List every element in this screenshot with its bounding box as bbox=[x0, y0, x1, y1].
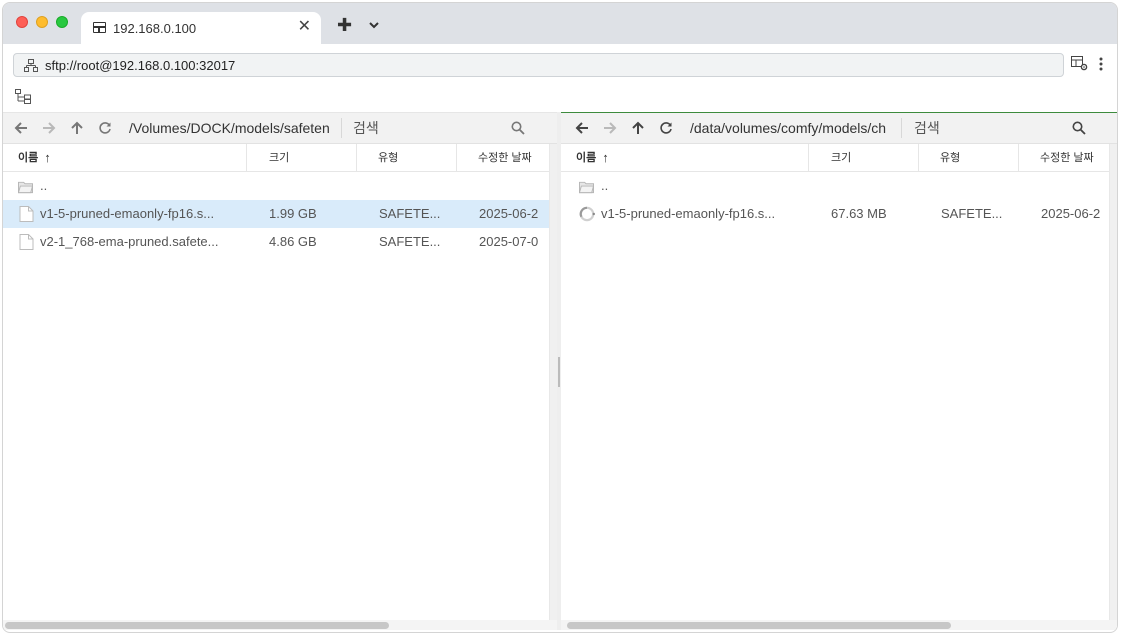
file-modified: 2025-07-0 bbox=[479, 234, 539, 249]
file-name: .. bbox=[40, 178, 48, 193]
list-item[interactable]: v1-5-pruned-emaonly-fp16.s... 1.99 GB SA… bbox=[3, 200, 557, 228]
up-arrow-icon[interactable] bbox=[70, 121, 84, 135]
file-modified: 2025-06-2 bbox=[1041, 206, 1101, 221]
right-vertical-scrollbar[interactable] bbox=[1109, 144, 1117, 621]
column-header-modified[interactable]: 수정한 날짜 bbox=[1019, 144, 1117, 172]
list-item[interactable]: v1-5-pruned-emaonly-fp16.s... 67.63 MB S… bbox=[561, 200, 1117, 228]
table-icon bbox=[93, 22, 106, 33]
window-close-button[interactable] bbox=[16, 16, 28, 28]
right-path-text[interactable]: /data/volumes/comfy/models/ch bbox=[690, 120, 896, 136]
left-search-input[interactable] bbox=[353, 117, 503, 139]
column-header-name[interactable]: 이름 ↑ bbox=[561, 144, 809, 172]
left-horizontal-scrollbar[interactable] bbox=[3, 620, 557, 630]
up-arrow-icon[interactable] bbox=[631, 121, 645, 135]
address-bar-row: sftp://root@192.168.0.100:32017 bbox=[3, 44, 1117, 84]
list-item[interactable]: .. bbox=[561, 172, 1117, 200]
title-bar: 192.168.0.100 ✕ ✚ bbox=[3, 3, 1117, 44]
folder-icon bbox=[18, 181, 33, 194]
new-tab-button[interactable]: ✚ bbox=[337, 16, 352, 34]
search-separator bbox=[901, 118, 902, 138]
left-vertical-scrollbar[interactable] bbox=[549, 144, 557, 621]
search-icon[interactable] bbox=[1072, 121, 1086, 135]
folder-icon bbox=[579, 181, 594, 194]
refresh-icon[interactable] bbox=[659, 121, 673, 135]
address-field[interactable]: sftp://root@192.168.0.100:32017 bbox=[13, 53, 1064, 77]
left-column-header: 이름 ↑ 크기 유형 수정한 날짜 bbox=[3, 144, 557, 172]
tree-view-icon[interactable] bbox=[15, 89, 32, 105]
right-horizontal-scrollbar[interactable] bbox=[561, 620, 1117, 630]
forward-arrow-icon[interactable] bbox=[42, 121, 56, 135]
sort-up-arrow-icon: ↑ bbox=[44, 150, 51, 165]
table-settings-icon[interactable] bbox=[1071, 56, 1088, 71]
file-icon bbox=[19, 206, 34, 222]
remote-file-pane: /data/volumes/comfy/models/ch 이름↑ 크기 유형 … bbox=[561, 112, 1117, 630]
right-search-input[interactable] bbox=[914, 117, 1064, 139]
right-pane-toolbar: /data/volumes/comfy/models/ch bbox=[561, 113, 1117, 144]
network-icon bbox=[24, 59, 38, 72]
file-type: SAFETE... bbox=[941, 206, 1003, 221]
column-header-type[interactable]: 유형 bbox=[919, 144, 1019, 172]
left-path-text[interactable]: /Volumes/DOCK/models/safeten bbox=[129, 120, 335, 136]
file-type: SAFETE... bbox=[379, 234, 441, 249]
window-maximize-button[interactable] bbox=[56, 16, 68, 28]
address-text: sftp://root@192.168.0.100:32017 bbox=[45, 58, 236, 73]
search-icon[interactable] bbox=[511, 121, 525, 135]
tab-connection[interactable]: 192.168.0.100 ✕ bbox=[81, 12, 321, 44]
sort-up-arrow-icon: ↑ bbox=[602, 150, 609, 165]
window-minimize-button[interactable] bbox=[36, 16, 48, 28]
column-header-modified[interactable]: 수정한 날짜 bbox=[457, 144, 557, 172]
right-column-header: 이름 ↑ 크기 유형 수정한 날짜 bbox=[561, 144, 1117, 172]
file-name: v2-1_768-ema-pruned.safete... bbox=[40, 234, 219, 249]
tab-title: 192.168.0.100 bbox=[113, 21, 197, 36]
back-arrow-icon[interactable] bbox=[575, 121, 589, 135]
transfer-progress-icon bbox=[579, 206, 595, 222]
chevron-down-icon[interactable] bbox=[369, 20, 379, 30]
kebab-menu-icon[interactable] bbox=[1097, 56, 1105, 72]
back-arrow-icon[interactable] bbox=[14, 121, 28, 135]
list-item[interactable]: .. bbox=[3, 172, 557, 200]
file-type: SAFETE... bbox=[379, 206, 441, 221]
search-separator bbox=[341, 118, 342, 138]
file-icon bbox=[19, 234, 34, 250]
refresh-icon[interactable] bbox=[98, 121, 112, 135]
file-size: 67.63 MB bbox=[831, 206, 887, 221]
left-scroll-thumb[interactable] bbox=[5, 622, 389, 629]
splitter-grip[interactable] bbox=[558, 357, 560, 387]
list-item[interactable]: v2-1_768-ema-pruned.safete... 4.86 GB SA… bbox=[3, 228, 557, 256]
file-size: 1.99 GB bbox=[269, 206, 317, 221]
column-header-type[interactable]: 유형 bbox=[357, 144, 457, 172]
file-modified: 2025-06-2 bbox=[479, 206, 539, 221]
left-pane-toolbar: /Volumes/DOCK/models/safeten bbox=[3, 113, 557, 144]
column-header-name[interactable]: 이름 ↑ bbox=[3, 144, 247, 172]
file-size: 4.86 GB bbox=[269, 234, 317, 249]
right-scroll-thumb[interactable] bbox=[567, 622, 951, 629]
local-file-pane: /Volumes/DOCK/models/safeten 이름↑ 크기 유형 수… bbox=[3, 112, 557, 630]
file-name: .. bbox=[601, 178, 609, 193]
tab-close-icon[interactable]: ✕ bbox=[298, 18, 311, 36]
forward-arrow-icon[interactable] bbox=[603, 121, 617, 135]
column-header-size[interactable]: 크기 bbox=[247, 144, 357, 172]
app-window: 192.168.0.100 ✕ ✚ sftp://root@192.168.0.… bbox=[2, 2, 1118, 633]
file-name: v1-5-pruned-emaonly-fp16.s... bbox=[40, 206, 215, 221]
file-name: v1-5-pruned-emaonly-fp16.s... bbox=[601, 206, 776, 221]
column-header-size[interactable]: 크기 bbox=[809, 144, 919, 172]
